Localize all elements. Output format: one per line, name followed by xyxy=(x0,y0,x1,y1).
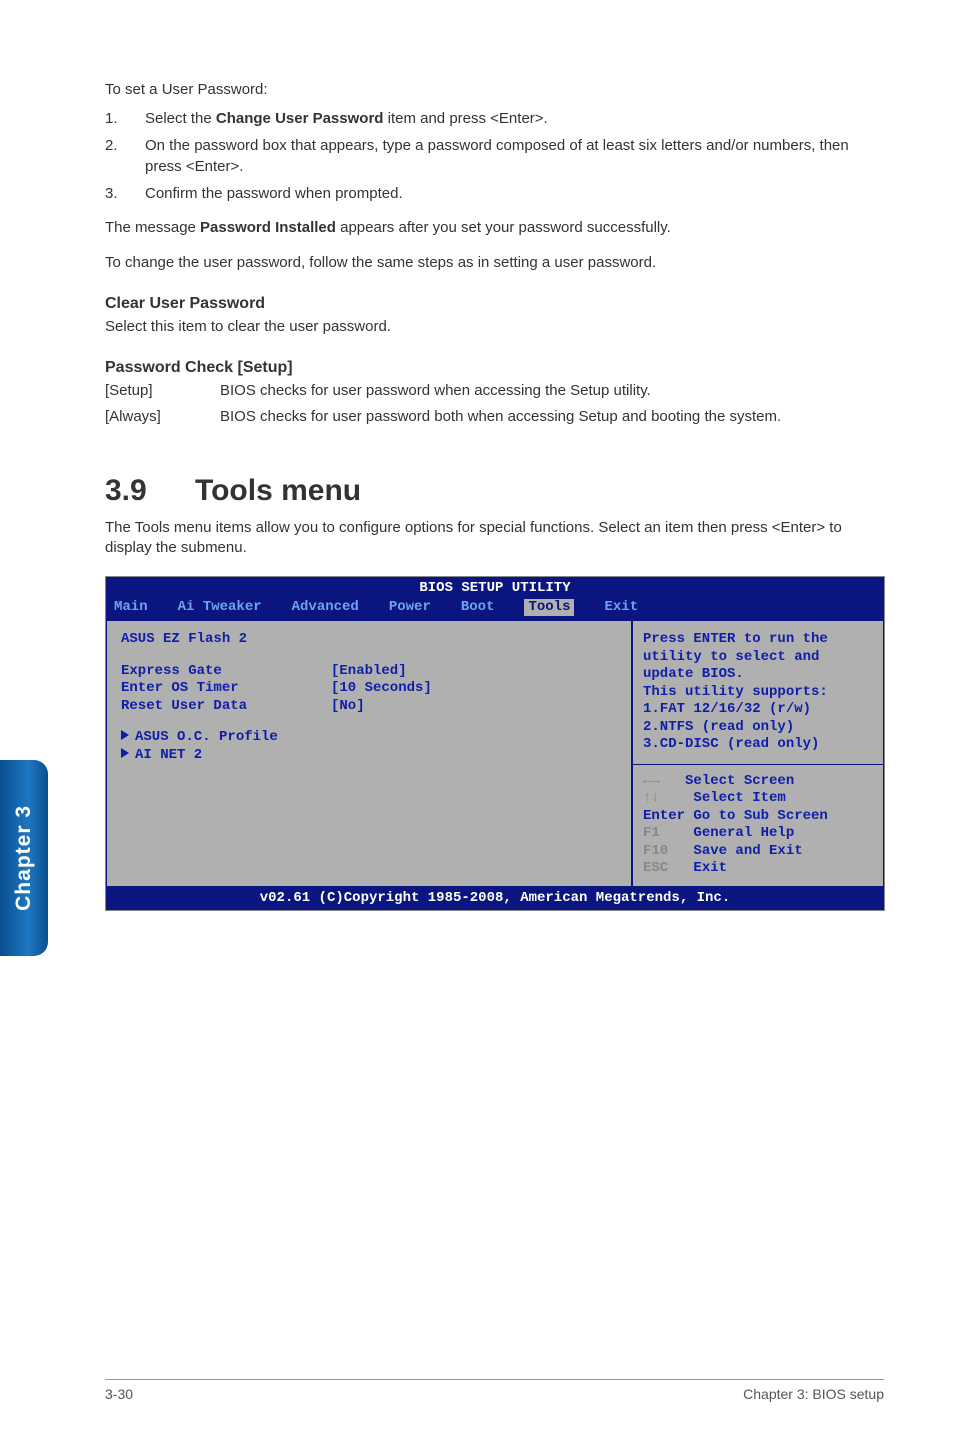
footer-chapter-label: Chapter 3: BIOS setup xyxy=(743,1386,884,1402)
definition-row: [Setup] BIOS checks for user password wh… xyxy=(105,381,884,401)
bios-item-value: [No] xyxy=(331,698,365,716)
page-number: 3-30 xyxy=(105,1386,133,1402)
page-footer: 3-30 Chapter 3: BIOS setup xyxy=(105,1379,884,1402)
chapter-side-tab: Chapter 3 xyxy=(0,760,48,956)
list-number: 1. xyxy=(105,108,145,129)
bios-sub-asus-oc-profile[interactable]: ASUS O.C. Profile xyxy=(121,729,617,747)
bios-key-hint: ↑↓ Select Item xyxy=(643,790,873,808)
section-title: Tools menu xyxy=(195,474,361,508)
bios-tab-tools[interactable]: Tools xyxy=(524,599,574,617)
bios-help-line: Press ENTER to run the xyxy=(643,631,873,649)
list-text: Confirm the password when prompted. xyxy=(145,183,403,204)
bios-side-panel: Press ENTER to run the utility to select… xyxy=(632,620,884,887)
bios-tab-power[interactable]: Power xyxy=(389,599,431,617)
bios-copyright-footer: v02.61 (C)Copyright 1985-2008, American … xyxy=(106,887,884,911)
bios-sub-label: AI NET 2 xyxy=(135,747,202,763)
bios-item-express-gate[interactable]: Express Gate [Enabled] xyxy=(121,663,617,681)
list-item: 1. Select the Change User Password item … xyxy=(105,108,884,129)
bios-help-line: utility to select and xyxy=(643,649,873,667)
bios-item-ez-flash[interactable]: ASUS EZ Flash 2 xyxy=(121,631,617,649)
bios-item-reset-user-data[interactable]: Reset User Data [No] xyxy=(121,698,617,716)
list-text: Select the Change User Password item and… xyxy=(145,108,548,129)
triangle-icon xyxy=(121,730,129,740)
section-heading-row: 3.9 Tools menu xyxy=(105,474,884,508)
definition-desc: BIOS checks for user password both when … xyxy=(220,407,884,427)
bios-key-hint: ESC Exit xyxy=(643,860,873,878)
bios-header: BIOS SETUP UTILITY Main Ai Tweaker Advan… xyxy=(106,577,884,620)
bios-help-line: This utility supports: xyxy=(643,684,873,702)
chapter-side-tab-label: Chapter 3 xyxy=(12,805,36,911)
page-content: To set a User Password: 1. Select the Ch… xyxy=(0,0,954,951)
bios-keys-panel: ←→ Select Screen ↑↓ Select Item Enter Go… xyxy=(633,764,883,886)
change-password-note: To change the user password, follow the … xyxy=(105,253,884,273)
bios-main-panel: ASUS EZ Flash 2 Express Gate [Enabled] E… xyxy=(106,620,632,887)
clear-password-heading: Clear User Password xyxy=(105,295,884,313)
bios-sub-ai-net-2[interactable]: AI NET 2 xyxy=(121,747,617,765)
list-item: 2. On the password box that appears, typ… xyxy=(105,135,884,177)
set-password-intro: To set a User Password: xyxy=(105,80,884,100)
bios-help-panel: Press ENTER to run the utility to select… xyxy=(633,621,883,764)
list-text: On the password box that appears, type a… xyxy=(145,135,884,177)
bios-item-enter-os-timer[interactable]: Enter OS Timer [10 Seconds] xyxy=(121,680,617,698)
bios-setup-screenshot: BIOS SETUP UTILITY Main Ai Tweaker Advan… xyxy=(105,576,885,911)
triangle-icon xyxy=(121,748,129,758)
bios-title: BIOS SETUP UTILITY xyxy=(106,580,884,598)
bios-help-line: update BIOS. xyxy=(643,666,873,684)
bios-body: ASUS EZ Flash 2 Express Gate [Enabled] E… xyxy=(106,620,884,887)
bios-item-value: [Enabled] xyxy=(331,663,407,681)
bios-tab-main[interactable]: Main xyxy=(114,599,148,617)
bios-help-line: 3.CD-DISC (read only) xyxy=(643,736,873,754)
list-number: 2. xyxy=(105,135,145,177)
bios-key-hint: F1 General Help xyxy=(643,825,873,843)
bios-item-label: Express Gate xyxy=(121,663,331,681)
password-check-heading: Password Check [Setup] xyxy=(105,359,884,377)
bios-help-line: 1.FAT 12/16/32 (r/w) xyxy=(643,701,873,719)
bios-tab-ai-tweaker[interactable]: Ai Tweaker xyxy=(178,599,262,617)
definition-term: [Always] xyxy=(105,407,220,427)
bios-key-hint: Enter Go to Sub Screen xyxy=(643,808,873,826)
definition-desc: BIOS checks for user password when acces… xyxy=(220,381,884,401)
bios-item-label: Reset User Data xyxy=(121,698,331,716)
list-item: 3. Confirm the password when prompted. xyxy=(105,183,884,204)
bios-sub-label: ASUS O.C. Profile xyxy=(135,729,278,745)
definition-row: [Always] BIOS checks for user password b… xyxy=(105,407,884,427)
bios-tab-exit[interactable]: Exit xyxy=(604,599,638,617)
bios-item-label: Enter OS Timer xyxy=(121,680,331,698)
bios-help-line: 2.NTFS (read only) xyxy=(643,719,873,737)
bios-tab-advanced[interactable]: Advanced xyxy=(292,599,359,617)
clear-password-text: Select this item to clear the user passw… xyxy=(105,317,884,337)
bios-tab-boot[interactable]: Boot xyxy=(461,599,495,617)
bios-key-hint: F10 Save and Exit xyxy=(643,843,873,861)
tools-description: The Tools menu items allow you to config… xyxy=(105,518,884,559)
list-number: 3. xyxy=(105,183,145,204)
set-password-steps: 1. Select the Change User Password item … xyxy=(105,108,884,204)
definition-term: [Setup] xyxy=(105,381,220,401)
bios-item-value: [10 Seconds] xyxy=(331,680,432,698)
password-installed-msg: The message Password Installed appears a… xyxy=(105,218,884,238)
bios-key-hint: ←→ Select Screen xyxy=(643,773,873,791)
section-number: 3.9 xyxy=(105,474,195,508)
bios-tab-row: Main Ai Tweaker Advanced Power Boot Tool… xyxy=(106,598,884,620)
